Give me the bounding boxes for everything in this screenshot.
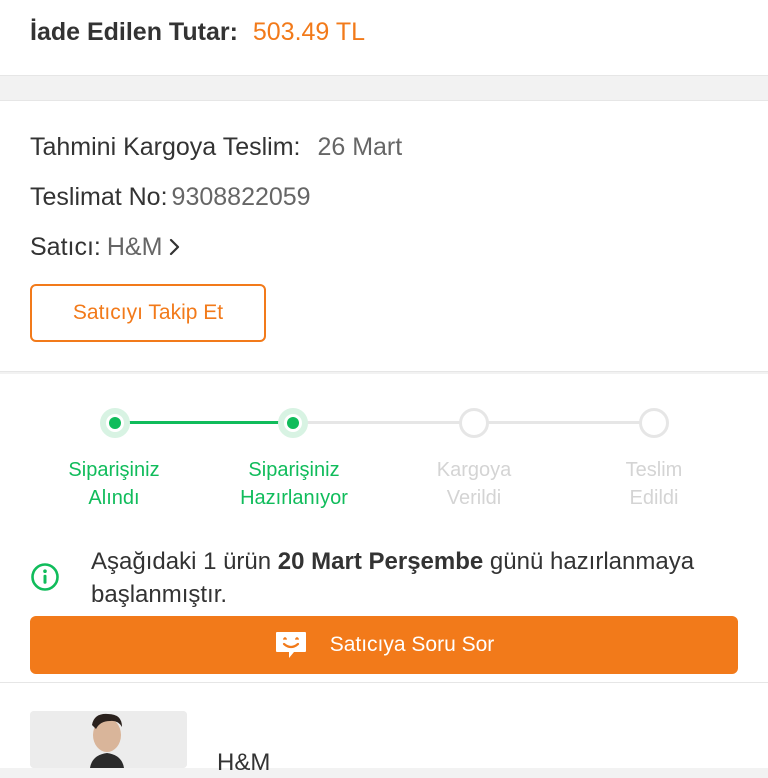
delivery-number-label: Teslimat No:: [30, 183, 168, 211]
seller-row[interactable]: Satıcı: H&M: [30, 231, 180, 264]
notice-prefix: Aşağıdaki 1 ürün: [91, 548, 278, 575]
step-label-line1: Teslim: [625, 459, 683, 481]
info-icon: [30, 562, 60, 592]
step-label-delivered: Teslim Edildi: [564, 456, 744, 512]
follow-seller-button[interactable]: Satıcıyı Takip Et: [30, 284, 266, 342]
ask-seller-label: Satıcıya Soru Sor: [329, 633, 495, 656]
step-label-line2: Verildi: [446, 487, 502, 509]
step-label-line1: Siparişiniz: [68, 459, 160, 481]
refund-row: İade Edilen Tutar: 503.49 TL: [30, 16, 365, 48]
seller-label: Satıcı:: [30, 233, 101, 261]
ask-seller-button[interactable]: Satıcıya Soru Sor: [30, 616, 738, 674]
estimated-delivery-value: 26 Mart: [317, 133, 403, 161]
step-label-line2: Edildi: [629, 487, 679, 509]
delivery-number-value: 9308822059: [171, 183, 311, 211]
step-label-shipped: Kargoya Verildi: [384, 456, 564, 512]
chat-bubble-icon: [274, 629, 308, 661]
refund-card: İade Edilen Tutar: 503.49 TL: [0, 0, 768, 76]
estimated-delivery-row: Tahmini Kargoya Teslim: 26 Mart: [30, 131, 402, 163]
step-label-preparing: Siparişiniz Hazırlanıyor: [204, 456, 384, 512]
step-dot-received: [100, 408, 130, 438]
step-dot-preparing: [278, 408, 308, 438]
notice-date: 20 Mart Perşembe: [277, 548, 484, 575]
product-brand: H&M: [217, 749, 271, 776]
step-dot-shipped: [459, 408, 489, 438]
step-label-line1: Kargoya: [436, 459, 512, 481]
delivery-card: Tahmini Kargoya Teslim: 26 Mart Teslimat…: [0, 100, 768, 372]
step-label-line2: Hazırlanıyor: [240, 487, 348, 509]
step-label-line2: Alındı: [88, 487, 140, 509]
seller-link[interactable]: H&M: [107, 233, 163, 261]
product-image[interactable]: [30, 711, 187, 768]
preparation-notice: Aşağıdaki 1 ürün 20 Mart Perşembe günü h…: [91, 545, 711, 611]
chevron-right-icon[interactable]: [168, 232, 180, 264]
refund-amount: 503.49 TL: [252, 18, 365, 46]
step-label-line1: Siparişiniz: [248, 459, 340, 481]
progress-line-done: [115, 421, 293, 424]
estimated-delivery-label: Tahmini Kargoya Teslim:: [30, 133, 301, 161]
step-label-received: Siparişiniz Alındı: [24, 456, 204, 512]
step-dot-delivered: [639, 408, 669, 438]
delivery-number-row: Teslimat No: 9308822059: [30, 181, 311, 213]
refund-label: İade Edilen Tutar:: [30, 18, 238, 46]
